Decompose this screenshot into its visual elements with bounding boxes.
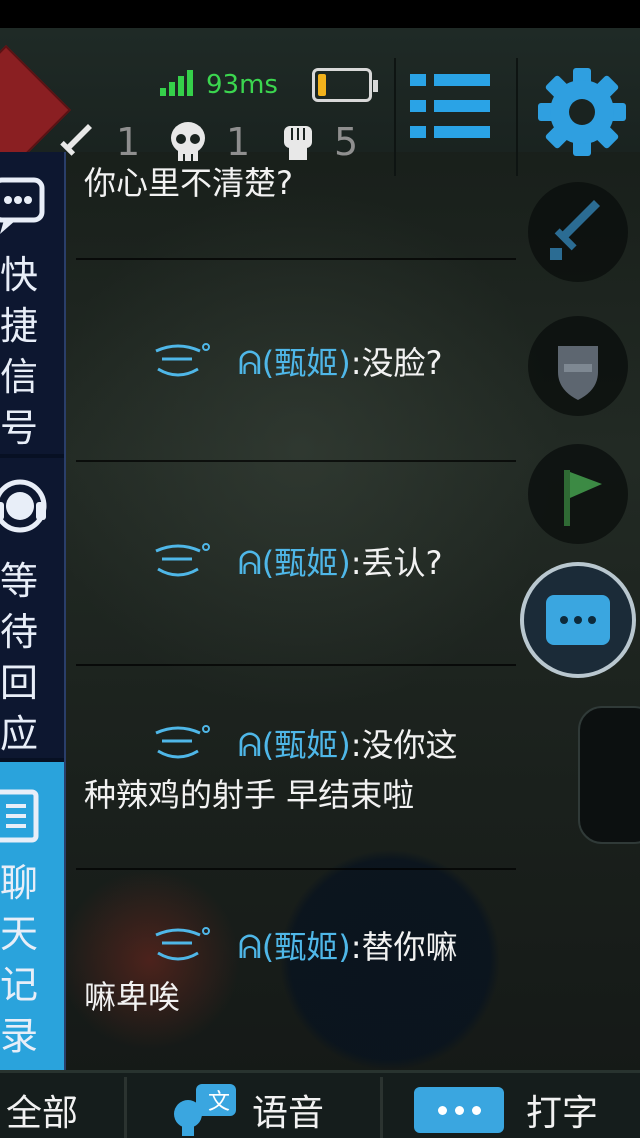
shield-icon <box>558 346 598 400</box>
svg-text:文: 文 <box>208 1090 230 1115</box>
quick-signal-char: 快 <box>0 253 39 297</box>
gear-icon[interactable] <box>534 64 630 160</box>
message-divider <box>76 460 516 462</box>
chat-icon <box>546 595 610 645</box>
message-divider <box>76 258 516 260</box>
chat-message: 你心里不清楚? <box>84 158 524 208</box>
chat-message: ᕱ(甄姬):没脸? <box>84 338 524 388</box>
headset-icon <box>0 479 47 533</box>
tab-voice[interactable]: 文 语音 <box>172 1079 324 1138</box>
message-divider <box>76 868 516 870</box>
tab-all-label: 全部 <box>6 1093 79 1134</box>
chat-history-char: 记 <box>0 963 39 1007</box>
tab-divider <box>124 1077 127 1138</box>
waiting-reply-char: 等 <box>0 559 39 603</box>
team-badge-icon <box>155 927 210 961</box>
side-expand-button[interactable] <box>578 706 640 844</box>
gather-signal-button[interactable] <box>528 444 628 544</box>
keyboard-icon <box>414 1087 504 1133</box>
quick-signal-char: 号 <box>0 406 39 450</box>
chat-message: ᕱ(甄姬):没你这 种辣鸡的射手 早结束啦 <box>84 720 524 820</box>
chat-history-char: 天 <box>0 912 39 956</box>
team-badge-icon <box>155 543 210 577</box>
waiting-reply-char: 应 <box>0 712 39 756</box>
voice-icon: 文 <box>174 1084 236 1136</box>
ping-value: 93ms <box>206 70 278 100</box>
quick-signal-char: 捷 <box>0 304 39 348</box>
attack-signal-button[interactable] <box>528 182 628 282</box>
chat-mode-tabs: 全部 文 语音 打字 <box>0 1070 640 1138</box>
quick-signal-char: 信 <box>0 355 39 399</box>
chat-history-list[interactable]: 你心里不清楚? ᕱ(甄姬):没脸? ᕱ(甄姬):丢认? ᕱ(甄姬):没你这… <box>66 152 516 1070</box>
message-text: :没脸? <box>350 344 443 382</box>
flag-icon <box>564 470 602 526</box>
top-edge <box>0 0 640 28</box>
tab-type[interactable]: 打字 <box>414 1079 598 1138</box>
battery-icon <box>312 68 378 102</box>
chat-button[interactable] <box>520 562 636 678</box>
tab-type-label: 打字 <box>526 1093 599 1134</box>
menu-icon[interactable] <box>404 68 496 144</box>
chat-message: ᕱ(甄姬):替你嘛 嘛卑唉 <box>84 922 524 1022</box>
sender-name: ᕱ(甄姬) <box>238 544 351 582</box>
message-continuation: 种辣鸡的射手 早结束啦 <box>84 776 415 814</box>
status-hud: 93ms 1 1 5 <box>0 28 640 176</box>
team-badge-icon <box>155 725 210 759</box>
chat-message: ᕱ(甄姬):丢认? <box>84 538 524 588</box>
chat-history-tab[interactable]: 聊 天 记 录 <box>0 762 64 1070</box>
chat-history-char: 聊 <box>0 861 39 905</box>
message-text: 你心里不清楚? <box>84 164 293 202</box>
speech-bubble-icon <box>0 177 45 234</box>
sender-name: ᕱ(甄姬) <box>238 344 351 382</box>
waiting-reply-char: 回 <box>0 661 39 705</box>
chat-side-panel: 快 捷 信 号 等 待 回 应 聊 天 记 录 <box>0 152 66 1070</box>
waiting-reply-char: 待 <box>0 610 39 654</box>
sword-icon <box>550 200 600 260</box>
message-text: :丢认? <box>350 544 443 582</box>
sender-name: ᕱ(甄姬) <box>238 928 351 966</box>
sender-name: ᕱ(甄姬) <box>238 726 351 764</box>
tab-all[interactable]: 全部 <box>6 1079 78 1138</box>
list-icon <box>0 789 39 843</box>
retreat-signal-button[interactable] <box>528 316 628 416</box>
message-text: :没你这 <box>350 726 458 764</box>
waiting-reply-tab[interactable]: 等 待 回 应 <box>0 458 64 760</box>
message-text: :替你嘛 <box>350 928 458 966</box>
team-badge-icon <box>155 343 210 377</box>
signal-icon <box>160 70 193 96</box>
tab-divider <box>380 1077 383 1138</box>
tab-voice-label: 语音 <box>252 1093 325 1134</box>
message-divider <box>76 664 516 666</box>
chat-history-char: 录 <box>0 1014 39 1058</box>
quick-signal-tab[interactable]: 快 捷 信 号 <box>0 152 64 458</box>
message-continuation: 嘛卑唉 <box>84 978 181 1016</box>
